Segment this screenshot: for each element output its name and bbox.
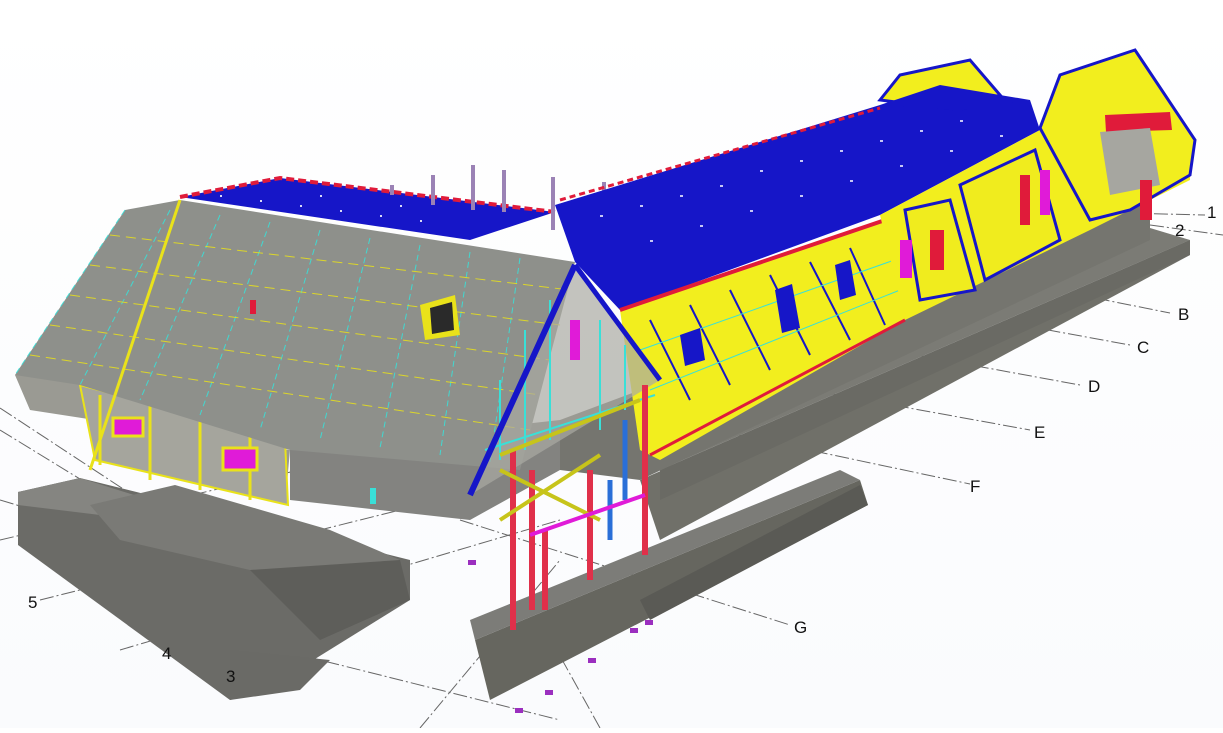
grid-label-C: C: [1137, 338, 1149, 357]
grid-label-5: 5: [28, 593, 37, 612]
grid-label-B: B: [1178, 305, 1189, 324]
model-viewport[interactable]: 1 2 B C D E F G 5 4 3: [0, 0, 1223, 729]
grid-label-4: 4: [162, 644, 171, 663]
grid-label-D: D: [1088, 377, 1100, 396]
grid-label-3: 3: [226, 667, 235, 686]
bim-model-3d-view[interactable]: 1 2 B C D E F G 5 4 3: [0, 0, 1223, 729]
grid-label-E: E: [1034, 423, 1045, 442]
grid-label-1: 1: [1207, 203, 1216, 222]
grid-label-F: F: [970, 477, 980, 496]
grid-label-2: 2: [1175, 221, 1184, 240]
grid-label-G: G: [794, 618, 807, 637]
